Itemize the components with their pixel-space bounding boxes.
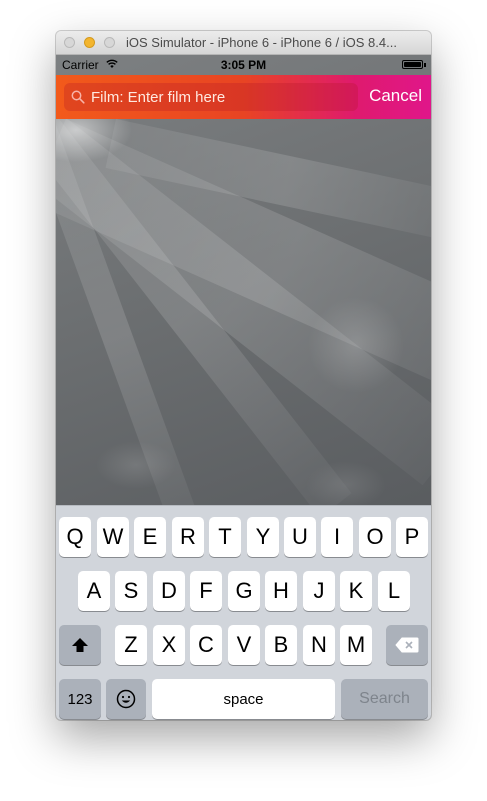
key-b[interactable]: B bbox=[265, 625, 297, 665]
key-u[interactable]: U bbox=[284, 517, 316, 557]
search-field[interactable] bbox=[64, 83, 358, 111]
shift-key[interactable] bbox=[59, 625, 101, 665]
device-screen: Carrier 3:05 PM Cancel Q W bbox=[56, 55, 431, 720]
key-j[interactable]: J bbox=[303, 571, 335, 611]
key-e[interactable]: E bbox=[134, 517, 166, 557]
key-z[interactable]: Z bbox=[115, 625, 147, 665]
key-v[interactable]: V bbox=[228, 625, 260, 665]
window-titlebar: iOS Simulator - iPhone 6 - iPhone 6 / iO… bbox=[56, 31, 431, 55]
search-bar: Cancel bbox=[56, 75, 431, 119]
status-bar: Carrier 3:05 PM bbox=[56, 55, 431, 75]
key-a[interactable]: A bbox=[78, 571, 110, 611]
key-p[interactable]: P bbox=[396, 517, 428, 557]
key-c[interactable]: C bbox=[190, 625, 222, 665]
keyboard: Q W E R T Y U I O P A S D F G H J K L Z … bbox=[56, 505, 431, 720]
simulator-window: iOS Simulator - iPhone 6 - iPhone 6 / iO… bbox=[56, 31, 431, 720]
zoom-button[interactable] bbox=[104, 37, 115, 48]
key-n[interactable]: N bbox=[303, 625, 335, 665]
search-key[interactable]: Search bbox=[341, 679, 428, 719]
key-i[interactable]: I bbox=[321, 517, 353, 557]
key-w[interactable]: W bbox=[97, 517, 129, 557]
shift-icon bbox=[72, 638, 88, 652]
key-k[interactable]: K bbox=[340, 571, 372, 611]
key-r[interactable]: R bbox=[172, 517, 204, 557]
key-h[interactable]: H bbox=[265, 571, 297, 611]
key-d[interactable]: D bbox=[153, 571, 185, 611]
key-o[interactable]: O bbox=[359, 517, 391, 557]
key-l[interactable]: L bbox=[378, 571, 410, 611]
close-button[interactable] bbox=[64, 37, 75, 48]
window-title: iOS Simulator - iPhone 6 - iPhone 6 / iO… bbox=[126, 35, 397, 50]
key-g[interactable]: G bbox=[228, 571, 260, 611]
search-icon bbox=[71, 90, 85, 104]
key-s[interactable]: S bbox=[115, 571, 147, 611]
key-m[interactable]: M bbox=[340, 625, 372, 665]
battery-icon bbox=[402, 60, 423, 69]
space-key[interactable]: space bbox=[152, 679, 335, 719]
key-q[interactable]: Q bbox=[59, 517, 91, 557]
cancel-button[interactable]: Cancel bbox=[369, 86, 422, 106]
emoji-icon bbox=[116, 689, 136, 709]
search-input[interactable] bbox=[91, 83, 351, 111]
battery-tip bbox=[424, 63, 426, 67]
key-t[interactable]: T bbox=[209, 517, 241, 557]
key-y[interactable]: Y bbox=[247, 517, 279, 557]
key-f[interactable]: F bbox=[190, 571, 222, 611]
numbers-key[interactable]: 123 bbox=[59, 679, 101, 719]
delete-key[interactable] bbox=[386, 625, 428, 665]
emoji-key[interactable] bbox=[106, 679, 146, 719]
key-x[interactable]: X bbox=[153, 625, 185, 665]
minimize-button[interactable] bbox=[84, 37, 95, 48]
status-time: 3:05 PM bbox=[220, 58, 267, 72]
delete-icon bbox=[395, 637, 419, 653]
